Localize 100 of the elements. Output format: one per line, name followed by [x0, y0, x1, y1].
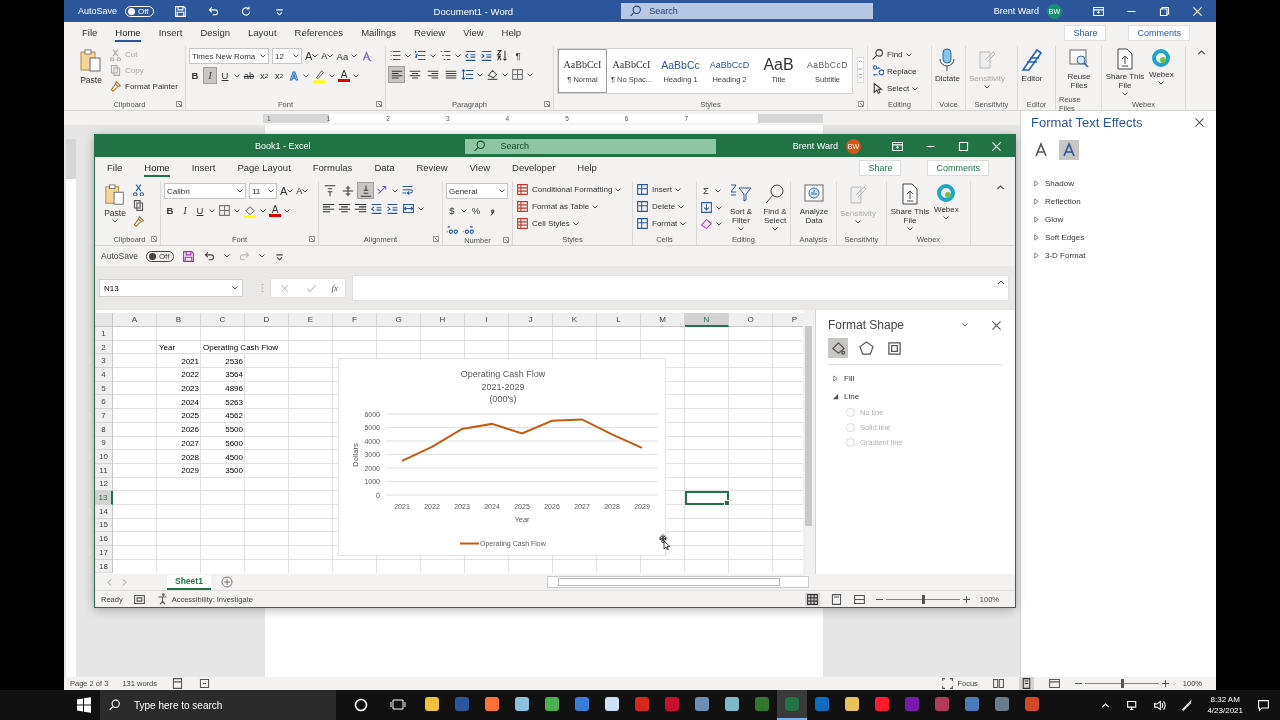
font-name-field[interactable]: Calibri [164, 183, 246, 199]
font-size-field[interactable]: 11 [249, 183, 277, 199]
column-header[interactable]: P [773, 313, 803, 327]
find-button[interactable]: Find [871, 48, 912, 61]
ribbon-tab[interactable]: Help [577, 159, 597, 177]
ribbon-tab[interactable]: View [463, 24, 484, 42]
dictate-button[interactable]: Dictate [935, 48, 960, 83]
font-color-button[interactable]: A [338, 69, 350, 82]
shrink-font-button[interactable]: A [321, 48, 334, 64]
row-header[interactable]: 4 [95, 368, 113, 382]
grow-font-button[interactable]: A [280, 183, 294, 199]
column-header[interactable]: A [113, 313, 157, 327]
ribbon-tab[interactable]: Help [501, 24, 522, 42]
cells-menu-button[interactable]: Format [636, 217, 687, 230]
ribbon-tab[interactable]: View [469, 159, 491, 177]
section-heading[interactable]: 3-D Format [1045, 250, 1086, 260]
column-header[interactable]: B [157, 313, 201, 327]
share-file-button[interactable]: Share This File [890, 183, 930, 231]
paste-button[interactable]: Paste [77, 48, 105, 85]
strikethrough-button[interactable]: ab [243, 68, 255, 83]
clock-date[interactable]: 4/23/2021 [1207, 705, 1243, 716]
reuse-files-button[interactable]: Reuse Files [1059, 48, 1099, 90]
underline-button[interactable]: U [194, 203, 206, 218]
row-header[interactable]: 7 [95, 409, 113, 423]
row-header[interactable]: 17 [95, 546, 113, 560]
ribbon-tab[interactable]: Developer [512, 159, 556, 177]
bold-button[interactable]: B [164, 203, 176, 218]
column-header[interactable]: M [641, 313, 685, 327]
cells-menu-button[interactable]: Delete [636, 200, 685, 213]
search-field[interactable]: Search [464, 138, 716, 154]
font-color-button[interactable]: A [269, 204, 281, 217]
analyze-data-button[interactable]: Analyze Data [794, 183, 834, 225]
column-header[interactable]: G [377, 313, 421, 327]
comments-button[interactable]: Comments [1128, 25, 1190, 41]
font-size-field[interactable]: 12 [272, 48, 302, 64]
column-header[interactable]: K [553, 313, 597, 327]
change-case-button[interactable]: Aa [336, 48, 349, 64]
search-field[interactable]: Type here to search [100, 690, 336, 720]
row-header[interactable]: 13 [95, 491, 113, 505]
show-formatting-button[interactable]: ¶ [512, 48, 524, 63]
sheet-tab[interactable]: Sheet1 [167, 574, 211, 590]
column-header[interactable]: H [421, 313, 465, 327]
cells-menu-button[interactable]: Insert [636, 183, 681, 196]
row-header[interactable]: 6 [95, 395, 113, 410]
row-header[interactable]: 16 [95, 532, 113, 546]
clock-time[interactable]: 8:32 AM [1210, 694, 1240, 705]
column-header[interactable]: F [333, 313, 377, 327]
webex-button[interactable]: Webex [1149, 48, 1174, 85]
share-button[interactable]: Share [859, 160, 902, 176]
ribbon-tab[interactable]: Mailings [361, 24, 396, 42]
column-header[interactable]: E [289, 313, 333, 327]
section-heading[interactable]: Fill [844, 373, 855, 383]
editor-button[interactable]: Editor [1021, 48, 1043, 83]
ribbon-tab[interactable]: Data [374, 159, 395, 177]
ribbon-tab[interactable]: Page Layout [237, 159, 291, 177]
column-header[interactable]: D [245, 313, 289, 327]
row-header[interactable]: 10 [95, 450, 113, 464]
replace-button[interactable]: Replace [871, 65, 917, 78]
ribbon-tab[interactable]: File [107, 159, 123, 177]
share-file-button[interactable]: Share This File [1105, 48, 1145, 96]
column-header[interactable]: N [685, 313, 729, 327]
ribbon-tab[interactable]: File [82, 24, 98, 42]
autosum-button[interactable]: Σ [700, 183, 712, 198]
currency-button[interactable]: $ [446, 203, 458, 218]
percent-button[interactable]: % [470, 203, 482, 218]
bold-button[interactable]: B [189, 68, 201, 83]
ribbon-tab[interactable]: Formulas [312, 159, 353, 177]
column-header[interactable]: J [509, 313, 553, 327]
styles-menu-button[interactable]: Conditional Formatting [516, 183, 622, 196]
italic-button[interactable]: I [179, 203, 191, 218]
column-header[interactable]: I [465, 313, 509, 327]
styles-menu-button[interactable]: Format as Table [516, 200, 599, 213]
comments-button[interactable]: Comments [927, 160, 989, 176]
share-button[interactable]: Share [1064, 25, 1107, 41]
section-heading[interactable]: Reflection [1045, 196, 1081, 206]
column-header[interactable]: L [597, 313, 641, 327]
paste-button[interactable]: Paste [102, 183, 128, 223]
grow-font-button[interactable]: A [305, 48, 319, 64]
row-header[interactable]: 3 [95, 354, 113, 369]
select-button[interactable]: Select [871, 82, 919, 95]
styles-menu-button[interactable]: Cell Styles [516, 217, 579, 230]
ribbon-tab[interactable]: Design [200, 24, 230, 42]
ribbon-tab[interactable]: Home [144, 159, 170, 177]
ribbon-tab[interactable]: Review [416, 159, 448, 177]
format-painter-button[interactable]: Format Painter [109, 80, 178, 93]
ribbon-tab[interactable]: Insert [191, 159, 216, 177]
sort-filter-button[interactable]: Sort & Filter [726, 183, 756, 231]
insert-function-button[interactable]: fx [331, 283, 339, 293]
section-heading[interactable]: Shadow [1045, 178, 1074, 188]
italic-button[interactable]: I [204, 68, 216, 83]
row-header[interactable]: 1 [95, 327, 113, 341]
find-select-button[interactable]: Find & Select [760, 183, 790, 231]
name-box[interactable]: N13 [99, 279, 243, 297]
font-name-field[interactable]: Times New Roma [189, 48, 269, 64]
ribbon-tab[interactable]: References [294, 24, 344, 42]
section-heading[interactable]: Soft Edges [1045, 232, 1085, 242]
search-field[interactable]: Search [621, 3, 874, 19]
ribbon-tab[interactable]: Insert [158, 24, 183, 42]
ribbon-tab[interactable]: Review [414, 24, 446, 42]
webex-button[interactable]: Webex [934, 183, 959, 220]
